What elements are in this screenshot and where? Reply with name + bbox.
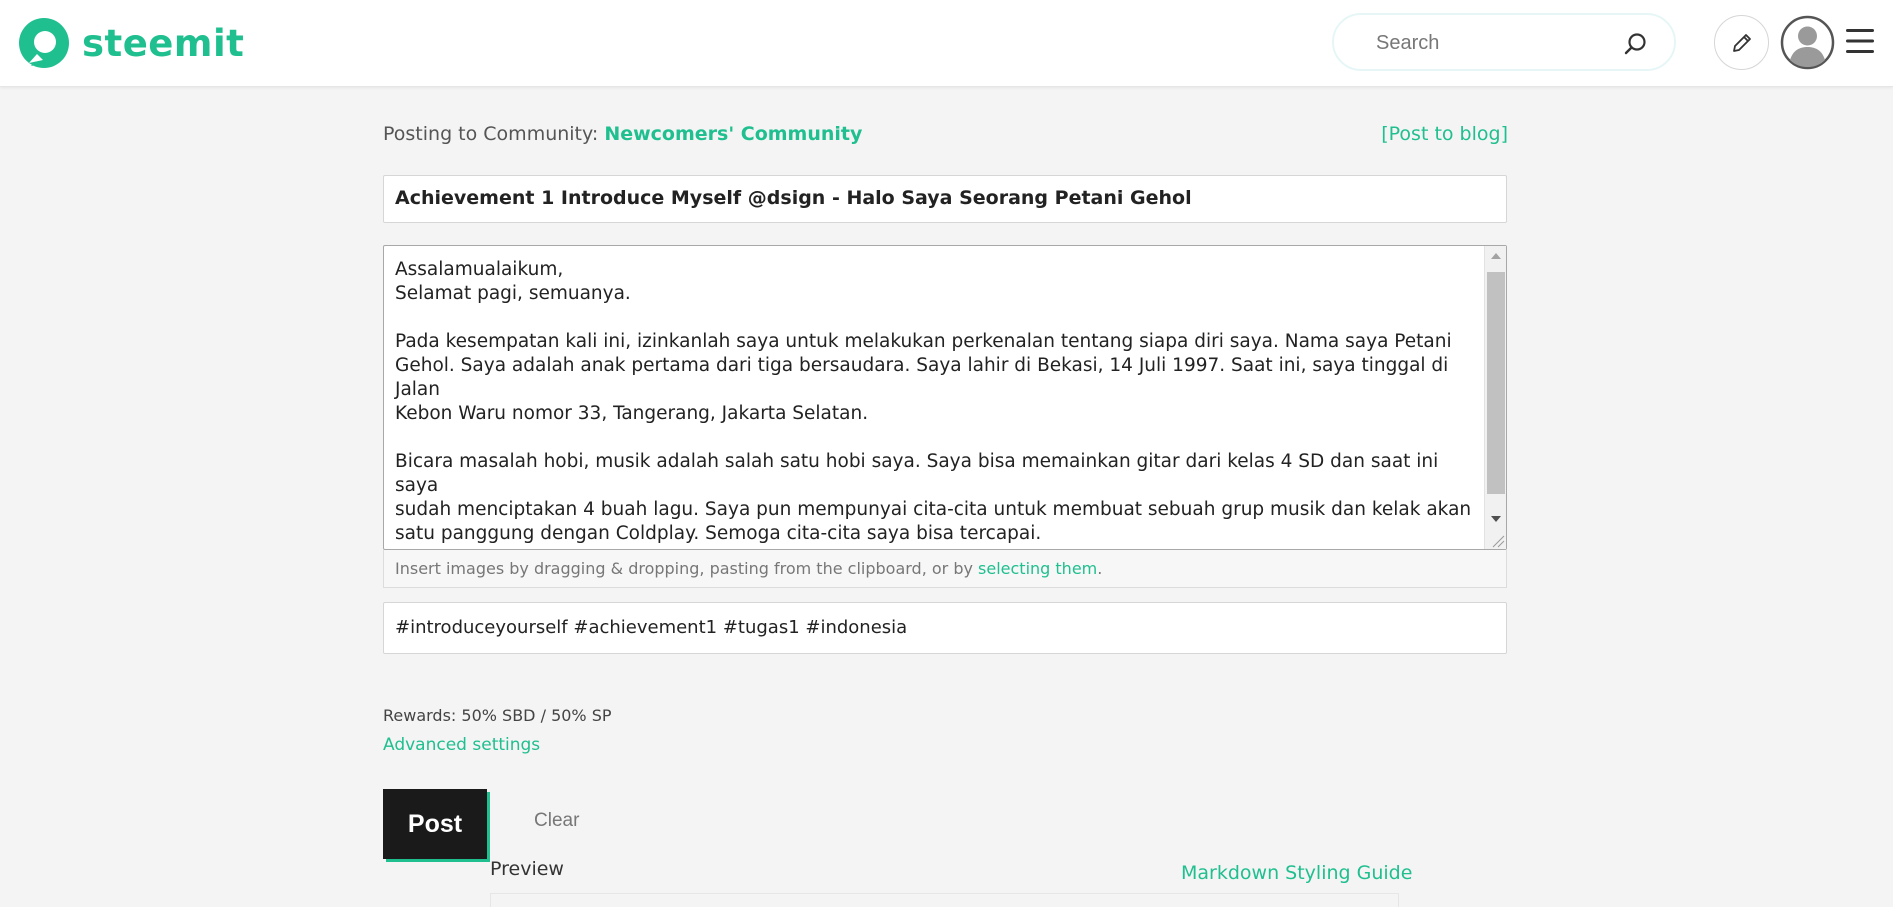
user-avatar-icon[interactable] (1780, 15, 1835, 70)
preview-box (490, 893, 1399, 907)
search-input[interactable]: Search (1376, 32, 1439, 55)
posting-prefix: Posting to Community: (383, 123, 605, 145)
resize-grip-icon[interactable] (1489, 532, 1505, 548)
search-box[interactable]: Search (1332, 13, 1676, 71)
clear-button[interactable]: Clear (534, 810, 579, 832)
body-line: Pada kesempatan kali ini, izinkanlah say… (395, 331, 1452, 352)
body-line: Assalamualaikum, (395, 259, 564, 280)
post-to-blog-link[interactable]: [Post to blog] (1381, 123, 1508, 145)
editor-scrollbar[interactable] (1484, 246, 1506, 549)
hamburger-menu-icon[interactable] (1845, 26, 1875, 56)
search-icon[interactable] (1623, 31, 1649, 57)
upload-hint-suffix: . (1097, 559, 1103, 578)
tags-input[interactable]: #introduceyourself #achievement1 #tugas1… (383, 602, 1507, 654)
body-line: satu panggung dengan Coldplay. Semoga ci… (395, 523, 1042, 544)
preview-label: Preview (490, 858, 564, 880)
post-body-textarea[interactable]: Assalamualaikum, Selamat pagi, semuanya. P… (383, 245, 1507, 550)
select-images-link[interactable]: selecting them (978, 559, 1097, 578)
image-upload-hint: Insert images by dragging & dropping, pa… (383, 550, 1507, 588)
markdown-styling-guide-link[interactable]: Markdown Styling Guide (1181, 862, 1412, 884)
body-line: Gehol. Saya adalah anak pertama dari tig… (395, 355, 1455, 400)
pencil-icon (1733, 34, 1751, 52)
post-button[interactable]: Post (383, 789, 487, 859)
body-line (395, 426, 1475, 450)
scroll-down-arrow-icon[interactable] (1485, 509, 1506, 529)
scroll-up-arrow-icon[interactable] (1485, 246, 1506, 266)
steemit-logo-icon (19, 18, 69, 68)
scroll-thumb[interactable] (1487, 272, 1505, 494)
advanced-settings-link[interactable]: Advanced settings (383, 735, 540, 755)
rewards-text: Rewards: 50% SBD / 50% SP (383, 706, 612, 725)
posting-to-community: Posting to Community: Newcomers' Communi… (383, 123, 862, 145)
body-line: Selamat pagi, semuanya. (395, 283, 631, 304)
write-post-button[interactable] (1714, 15, 1769, 70)
post-body-text[interactable]: Assalamualaikum, Selamat pagi, semuanya. P… (395, 258, 1475, 546)
body-line: sudah menciptakan 4 buah lagu. Saya pun … (395, 499, 1472, 520)
body-line: Bicara masalah hobi, musik adalah salah … (395, 451, 1445, 496)
body-line: Kebon Waru nomor 33, Tangerang, Jakarta … (395, 403, 869, 424)
top-header: steemit Search (0, 0, 1893, 87)
body-line (395, 306, 1475, 330)
community-link[interactable]: Newcomers' Community (604, 123, 862, 145)
upload-hint-text: Insert images by dragging & dropping, pa… (395, 559, 979, 578)
post-title-input[interactable]: Achievement 1 Introduce Myself @dsign - … (383, 175, 1507, 223)
steemit-logo[interactable]: steemit (17, 16, 244, 70)
logo-text: steemit (82, 21, 245, 65)
